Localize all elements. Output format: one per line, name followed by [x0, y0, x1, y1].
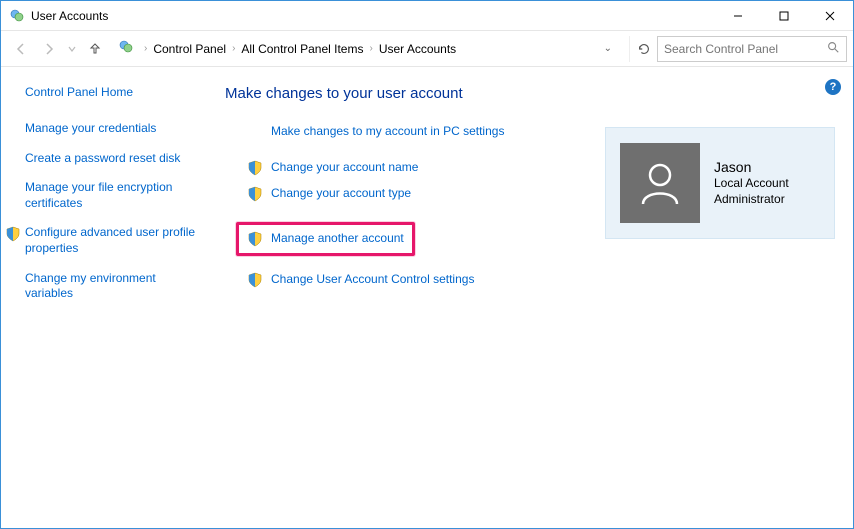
shield-icon: [247, 272, 263, 288]
left-pane: Control Panel Home Manage your credentia…: [1, 67, 211, 528]
help-icon[interactable]: ?: [825, 79, 841, 95]
action-label: Change your account type: [271, 186, 411, 202]
shield-icon: [247, 160, 263, 176]
up-button[interactable]: [81, 35, 109, 63]
action-group-2: Change your account name Change your acc…: [247, 160, 605, 202]
refresh-button[interactable]: [629, 36, 657, 62]
task-advanced-profile[interactable]: Configure advanced user profile properti…: [5, 225, 199, 256]
action-change-type[interactable]: Change your account type: [247, 186, 605, 202]
shield-icon: [5, 226, 21, 247]
breadcrumb-item-control-panel[interactable]: Control Panel: [153, 42, 226, 56]
titlebar: User Accounts: [1, 1, 853, 31]
action-change-name[interactable]: Change your account name: [247, 160, 605, 176]
task-label: Manage your credentials: [25, 121, 156, 137]
task-env-variables[interactable]: Change my environment variables: [25, 271, 199, 302]
search-box[interactable]: [657, 36, 847, 62]
breadcrumb-dropdown-button[interactable]: ⌄: [596, 43, 620, 54]
recent-dropdown-button[interactable]: [63, 35, 81, 63]
maximize-button[interactable]: [761, 1, 807, 31]
breadcrumb-icon: [118, 39, 134, 58]
action-label: Manage another account: [271, 231, 404, 247]
window-title: User Accounts: [31, 9, 108, 23]
user-role-local: Local Account: [714, 175, 789, 191]
action-uac-settings[interactable]: Change User Account Control settings: [247, 272, 605, 288]
app-icon: [9, 8, 25, 24]
user-info: Jason Local Account Administrator: [714, 159, 789, 207]
task-manage-credentials[interactable]: Manage your credentials: [25, 121, 199, 137]
action-manage-another-account[interactable]: Manage another account: [236, 222, 415, 256]
task-password-reset-disk[interactable]: Create a password reset disk: [25, 151, 199, 167]
breadcrumb-item-user-accounts[interactable]: User Accounts: [379, 42, 456, 56]
control-panel-home-link[interactable]: Control Panel Home: [25, 85, 199, 99]
action-label: Change your account name: [271, 160, 418, 176]
shield-icon: [247, 231, 263, 247]
user-name: Jason: [714, 159, 789, 175]
task-label: Create a password reset disk: [25, 151, 180, 167]
window-controls: [715, 1, 853, 31]
action-pc-settings[interactable]: Make changes to my account in PC setting…: [247, 124, 605, 140]
shield-icon: [247, 186, 263, 202]
action-label: Change User Account Control settings: [271, 272, 474, 288]
avatar: [620, 143, 700, 223]
main-pane: Make changes to your user account Make c…: [211, 67, 853, 528]
action-label: Make changes to my account in PC setting…: [271, 124, 504, 140]
task-file-encryption-certs[interactable]: Manage your file encryption certificates: [25, 180, 199, 211]
action-group-1: Make changes to my account in PC setting…: [247, 124, 605, 140]
task-label: Change my environment variables: [25, 271, 199, 302]
main-actions: Make changes to your user account Make c…: [225, 85, 605, 510]
page-heading: Make changes to your user account: [225, 85, 605, 102]
search-icon[interactable]: [826, 40, 840, 57]
forward-button[interactable]: [35, 35, 63, 63]
chevron-right-icon[interactable]: ›: [363, 43, 378, 54]
chevron-right-icon[interactable]: ›: [138, 43, 153, 54]
breadcrumb[interactable]: › Control Panel › All Control Panel Item…: [113, 36, 625, 62]
chevron-right-icon[interactable]: ›: [226, 43, 241, 54]
close-button[interactable]: [807, 1, 853, 31]
navbar: › Control Panel › All Control Panel Item…: [1, 31, 853, 67]
minimize-button[interactable]: [715, 1, 761, 31]
search-input[interactable]: [664, 42, 826, 56]
action-group-3: Manage another account Change User Accou…: [247, 222, 605, 288]
back-button[interactable]: [7, 35, 35, 63]
user-card: Jason Local Account Administrator: [605, 127, 835, 239]
content: ? Control Panel Home Manage your credent…: [1, 67, 853, 528]
task-label: Configure advanced user profile properti…: [25, 225, 199, 256]
breadcrumb-item-all-items[interactable]: All Control Panel Items: [241, 42, 363, 56]
user-role-admin: Administrator: [714, 191, 789, 207]
task-label: Manage your file encryption certificates: [25, 180, 199, 211]
